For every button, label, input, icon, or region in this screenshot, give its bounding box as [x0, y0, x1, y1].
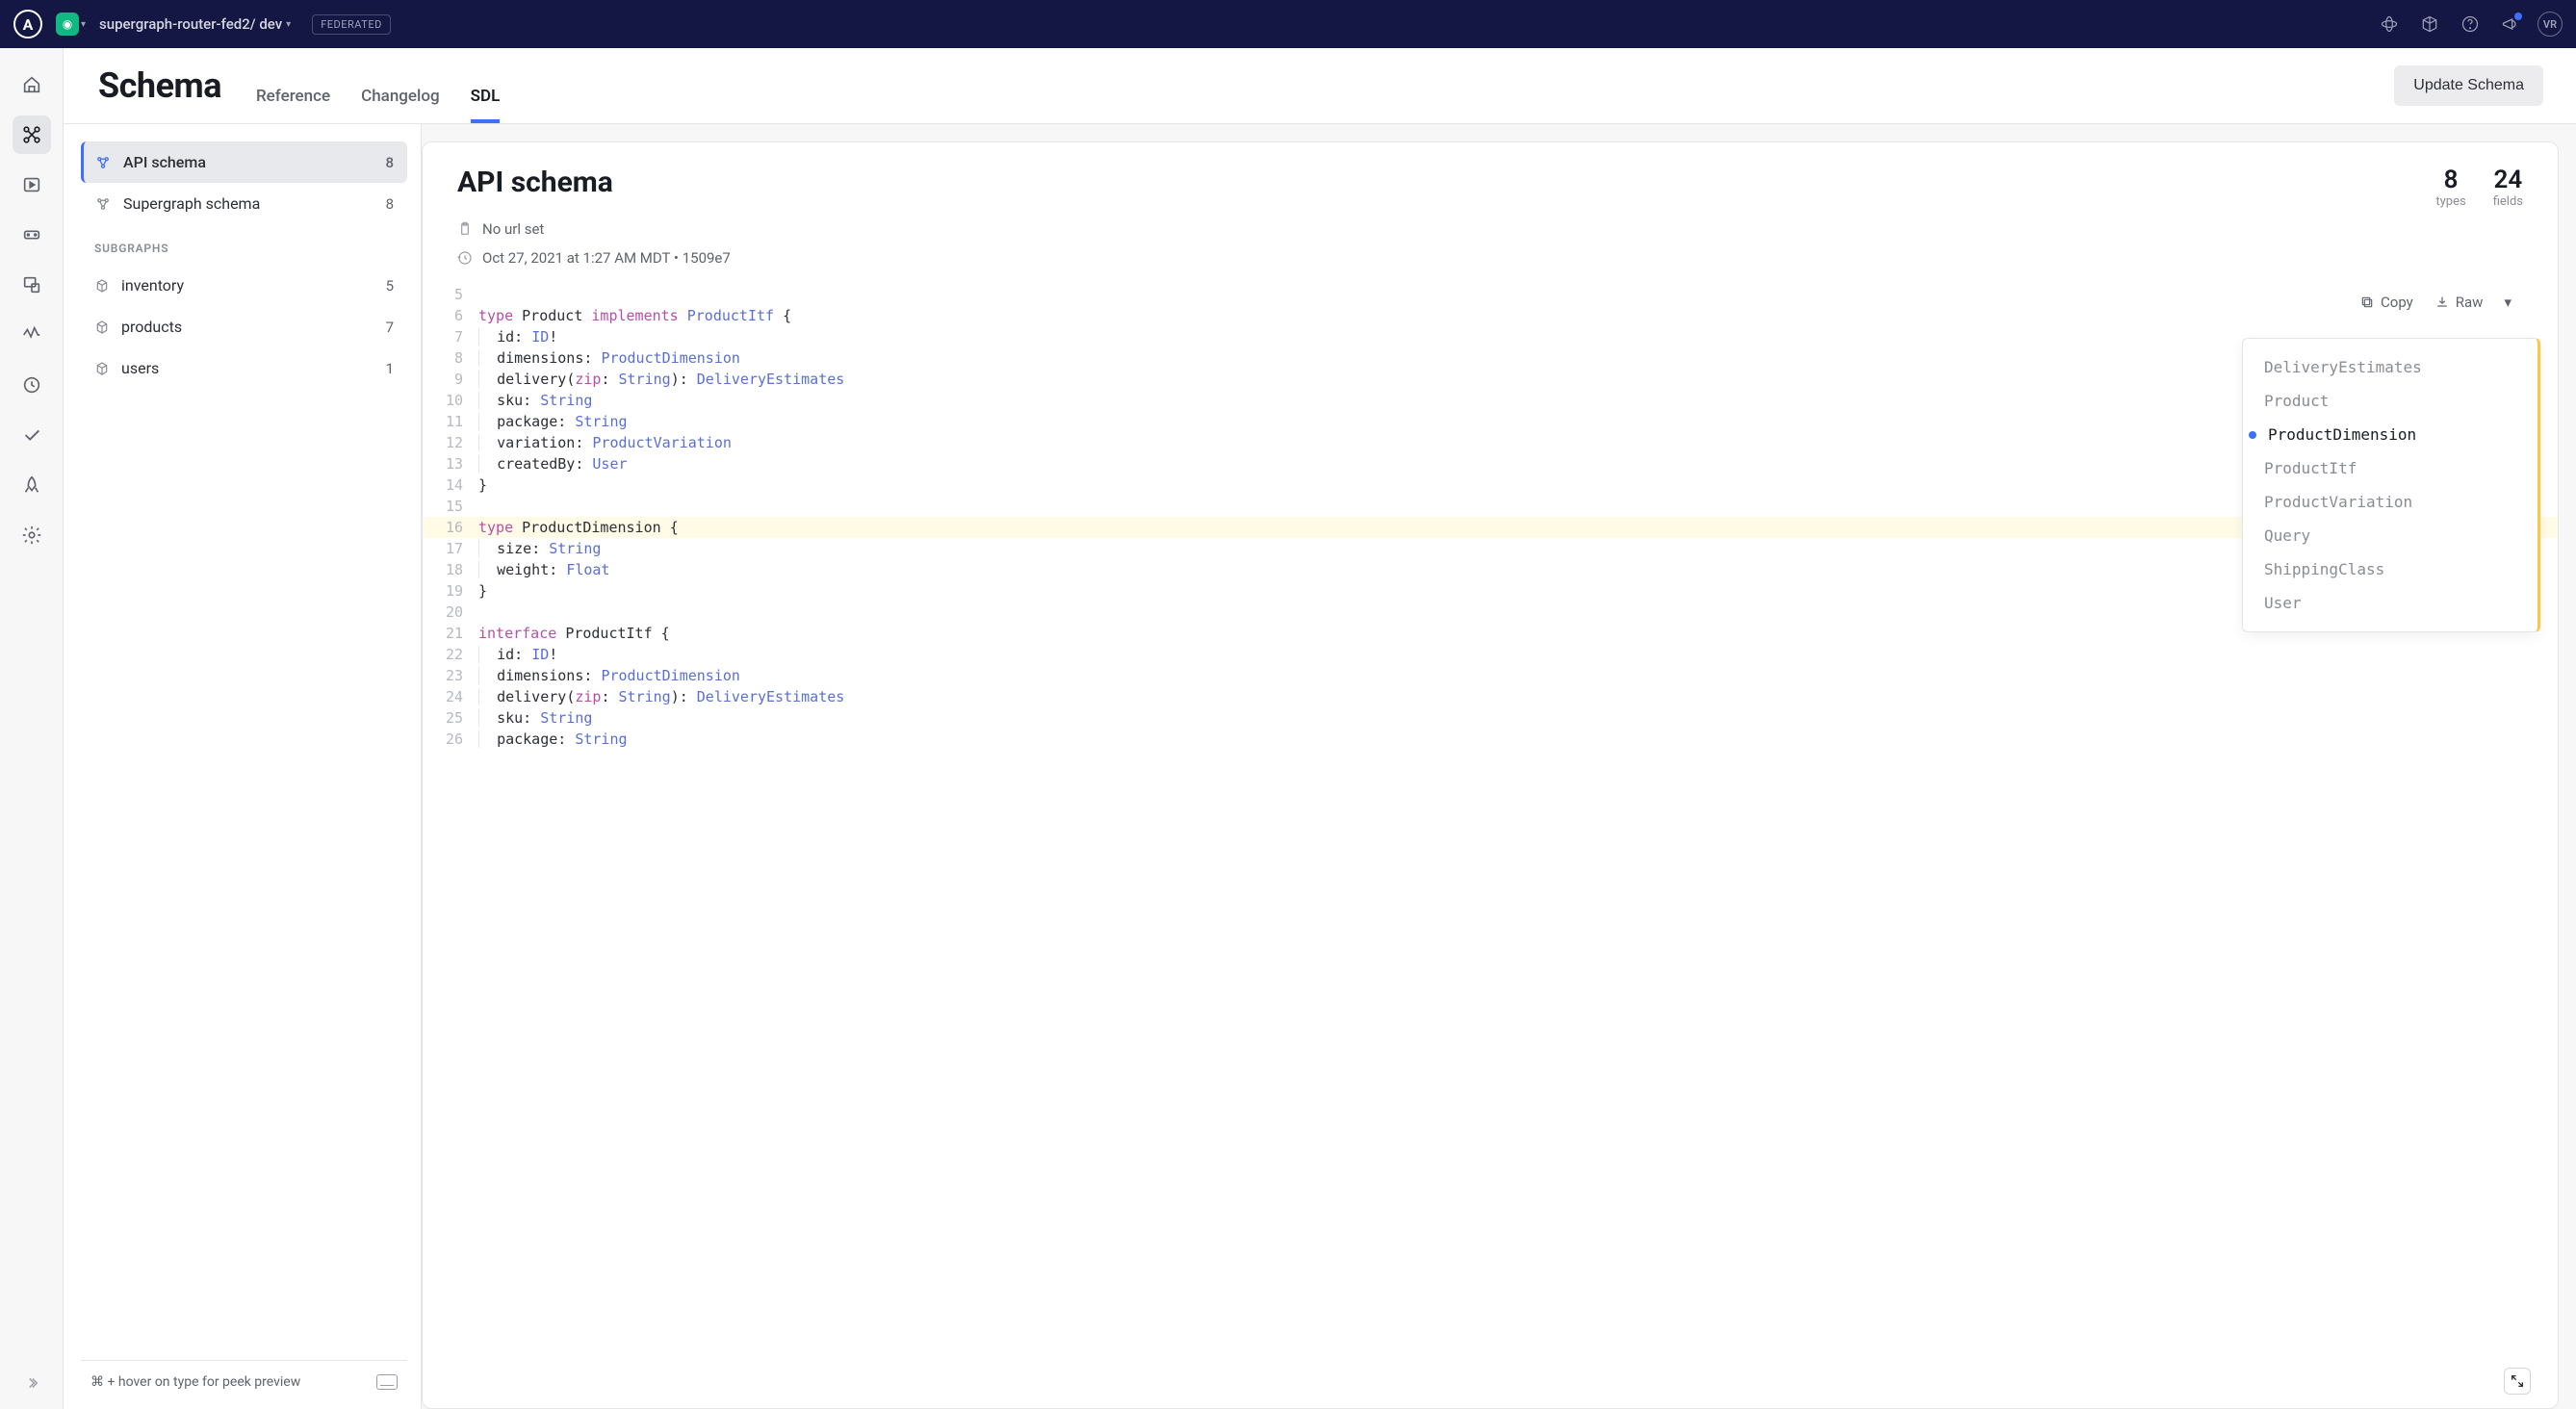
expand-editor-button[interactable]	[2504, 1368, 2531, 1395]
app-logo[interactable]: A	[13, 10, 42, 38]
tab-reference[interactable]: Reference	[256, 87, 330, 123]
announcement-icon[interactable]	[2497, 11, 2524, 38]
code-line: 25 sku: String	[423, 707, 2558, 729]
url-text: No url set	[482, 220, 544, 238]
code-line: 26 package: String	[423, 729, 2558, 750]
timestamp-text: Oct 27, 2021 at 1:27 AM MDT • 1509e7	[482, 249, 731, 267]
tab-changelog[interactable]: Changelog	[361, 87, 440, 123]
org-icon: ◉	[56, 13, 79, 36]
tab-sdl[interactable]: SDL	[471, 87, 501, 123]
type-outline: DeliveryEstimatesProductProductDimension…	[2242, 338, 2540, 632]
cube-icon	[94, 320, 110, 335]
keyboard-icon[interactable]	[376, 1374, 398, 1390]
nav-rail	[0, 48, 64, 1409]
code-line: 19}	[423, 580, 2558, 602]
side-footer: ⌘ + hover on type for peek preview	[81, 1360, 407, 1396]
nav-launches[interactable]	[13, 466, 51, 504]
cube-icon	[94, 278, 110, 294]
timestamp-row: Oct 27, 2021 at 1:27 AM MDT • 1509e7	[457, 249, 2523, 267]
download-icon	[2434, 295, 2450, 310]
nav-history[interactable]	[13, 366, 51, 404]
stat-fields: 24fields	[2493, 166, 2523, 209]
code-line: 21interface ProductItf {	[423, 623, 2558, 644]
card-title: API schema	[457, 166, 613, 199]
stat-types: 8types	[2435, 166, 2465, 209]
breadcrumb-text: supergraph-router-fed2/ dev	[99, 15, 282, 33]
schema-list-panel: API schema8Supergraph schema8 SUBGRAPHS …	[64, 124, 422, 1409]
history-icon	[457, 250, 473, 266]
schema-icon	[94, 154, 112, 171]
page-header: Schema Reference Changelog SDL Update Sche…	[64, 48, 2576, 124]
code-line: 11 package: String	[423, 411, 2558, 432]
nav-explorer[interactable]	[13, 166, 51, 204]
code-line: 18 weight: Float	[423, 559, 2558, 580]
copy-button[interactable]: Copy	[2359, 294, 2413, 311]
subgraph-item-inventory[interactable]: inventory5	[81, 265, 407, 306]
help-icon[interactable]	[2457, 11, 2484, 38]
chevron-down-icon: ▾	[81, 19, 86, 30]
url-row: No url set	[457, 220, 2523, 238]
nav-clients[interactable]	[13, 266, 51, 304]
outline-item-User[interactable]: User	[2243, 586, 2537, 620]
outline-item-Query[interactable]: Query	[2243, 519, 2537, 552]
peek-hint: ⌘ + hover on type for peek preview	[90, 1374, 300, 1390]
code-line: 10 sku: String	[423, 390, 2558, 411]
graph-icon[interactable]	[2376, 11, 2403, 38]
schema-card: API schema 8types 24fields No url set Oct…	[422, 141, 2559, 1409]
subgraphs-heading: SUBGRAPHS	[81, 224, 407, 265]
code-line: 22 id: ID!	[423, 644, 2558, 665]
code-line: 23 dimensions: ProductDimension	[423, 665, 2558, 686]
code-line: 16type ProductDimension {	[423, 517, 2558, 538]
page-title: Schema	[98, 65, 221, 106]
clipboard-icon	[457, 221, 473, 237]
org-switcher[interactable]: ◉ ▾	[56, 13, 86, 36]
schema-icon	[94, 195, 112, 213]
schema-item-api-schema[interactable]: API schema8	[81, 141, 407, 183]
outline-item-ProductItf[interactable]: ProductItf	[2243, 451, 2537, 485]
nav-fields[interactable]	[13, 216, 51, 254]
code-line: 12 variation: ProductVariation	[423, 432, 2558, 453]
code-line: 5	[423, 284, 2558, 305]
nav-home[interactable]	[13, 65, 51, 104]
code-line: 9 delivery(zip: String): DeliveryEstimat…	[423, 369, 2558, 390]
outline-item-ProductVariation[interactable]: ProductVariation	[2243, 485, 2537, 519]
schema-item-supergraph-schema[interactable]: Supergraph schema8	[81, 183, 407, 224]
code-line: 13 createdBy: User	[423, 453, 2558, 474]
code-line: 24 delivery(zip: String): DeliveryEstima…	[423, 686, 2558, 707]
chevron-down-icon[interactable]: ▾	[2504, 294, 2512, 311]
nav-operations[interactable]	[13, 316, 51, 354]
code-line: 17 size: String	[423, 538, 2558, 559]
copy-icon	[2359, 295, 2375, 310]
page-tabs: Reference Changelog SDL	[256, 65, 500, 123]
nav-checks[interactable]	[13, 416, 51, 454]
update-schema-button[interactable]: Update Schema	[2394, 65, 2543, 106]
code-line: 20	[423, 602, 2558, 623]
graph-variant-switcher[interactable]: supergraph-router-fed2/ dev ▾	[99, 15, 291, 33]
rail-expand-icon[interactable]	[23, 1374, 40, 1396]
code-line: 15	[423, 496, 2558, 517]
active-dot-icon	[2249, 431, 2256, 439]
outline-item-ShippingClass[interactable]: ShippingClass	[2243, 552, 2537, 586]
outline-item-DeliveryEstimates[interactable]: DeliveryEstimates	[2243, 350, 2537, 384]
subgraph-item-products[interactable]: products7	[81, 306, 407, 347]
federated-badge: FEDERATED	[312, 14, 391, 35]
nav-settings[interactable]	[13, 516, 51, 554]
download-raw-button[interactable]: Raw	[2434, 294, 2484, 311]
box-icon[interactable]	[2416, 11, 2443, 38]
code-line: 6type Product implements ProductItf {	[423, 305, 2558, 326]
nav-schema[interactable]	[13, 115, 51, 154]
code-line: 8 dimensions: ProductDimension	[423, 347, 2558, 369]
code-line: 7 id: ID!	[423, 326, 2558, 347]
code-line: 14}	[423, 474, 2558, 496]
topbar: A ◉ ▾ supergraph-router-fed2/ dev ▾ FEDE…	[0, 0, 2576, 48]
outline-item-ProductDimension[interactable]: ProductDimension	[2243, 418, 2537, 451]
expand-icon	[2510, 1373, 2525, 1389]
user-avatar[interactable]: VR	[2537, 12, 2563, 37]
cube-icon	[94, 361, 110, 376]
editor-toolbar: Copy Raw ▾	[2359, 294, 2512, 311]
sdl-editor[interactable]: 5 6type Product implements ProductItf {7…	[423, 284, 2558, 1408]
subgraph-item-users[interactable]: users1	[81, 347, 407, 389]
chevron-down-icon: ▾	[286, 19, 291, 30]
outline-item-Product[interactable]: Product	[2243, 384, 2537, 418]
